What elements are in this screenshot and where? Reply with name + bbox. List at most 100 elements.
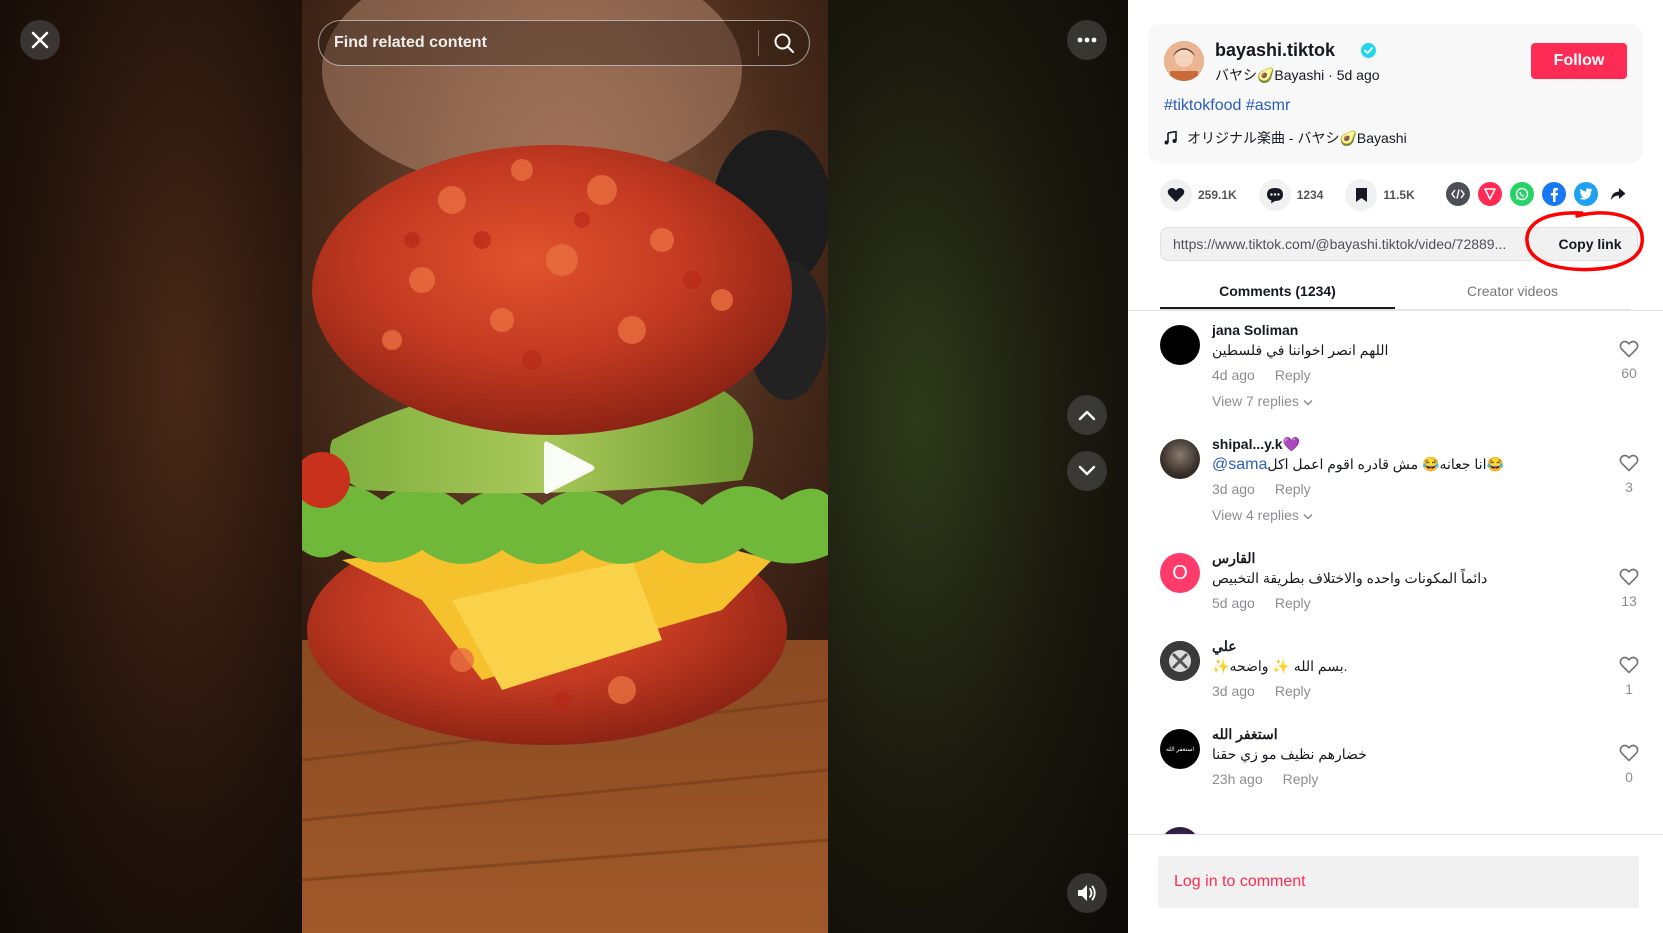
embed-icon: [1451, 189, 1465, 199]
comment-text: ✨بسم الله ✨ واضحه.: [1212, 658, 1348, 674]
comment-item: O القارس دائماً المكونات واحده والاختلاف…: [1160, 550, 1640, 630]
more-icon: [1077, 37, 1097, 43]
action-bar: 259.1K 1234 11.5K: [1160, 178, 1437, 212]
panel-tabs: Comments (1234) Creator videos: [1160, 276, 1630, 310]
play-icon: [544, 441, 595, 494]
music-title: オリジナル楽曲 - バヤシ🥑Bayashi: [1187, 130, 1407, 146]
more-share-button[interactable]: [1606, 182, 1630, 206]
comment-text: اللهم انصر اخواننا في فلسطين: [1212, 342, 1389, 358]
commenter-name[interactable]: استغفر الله: [1212, 726, 1278, 743]
commenter-avatar[interactable]: [1160, 827, 1200, 834]
facebook-button[interactable]: [1542, 182, 1566, 206]
comment-count: 1234: [1296, 188, 1324, 202]
author-nickname: バヤシ🥑Bayashi: [1215, 67, 1325, 83]
video-link-url[interactable]: https://www.tiktok.com/@bayashi.tiktok/v…: [1161, 236, 1543, 252]
send-to-friends-button[interactable]: [1478, 182, 1502, 206]
more-options-button[interactable]: [1067, 20, 1107, 60]
author-avatar[interactable]: [1164, 41, 1204, 81]
author-username[interactable]: bayashi.tiktok: [1215, 40, 1335, 61]
like-count: 259.1K: [1198, 188, 1237, 202]
search-icon: [774, 33, 794, 53]
heart-outline-icon: [1619, 340, 1639, 358]
reply-button[interactable]: Reply: [1283, 771, 1319, 787]
login-to-comment-button[interactable]: Log in to comment: [1158, 856, 1639, 908]
comment-text: دائماً المكونات واحده والاختلاف بطريقة ا…: [1212, 570, 1488, 586]
post-time: 5d ago: [1336, 67, 1380, 83]
bookmark-icon: [1355, 188, 1367, 202]
facebook-icon: [1550, 187, 1558, 202]
reply-button[interactable]: Reply: [1275, 683, 1311, 699]
whatsapp-icon: [1515, 187, 1529, 201]
avatar-image: [1164, 41, 1204, 81]
comment-like-button[interactable]: 0: [1617, 744, 1641, 785]
embed-button[interactable]: [1446, 182, 1470, 206]
comment-like-count: 13: [1621, 593, 1637, 609]
copy-link-button[interactable]: Copy link: [1543, 228, 1637, 260]
reply-button[interactable]: Reply: [1275, 595, 1311, 611]
verified-icon: [1361, 43, 1376, 58]
tab-comments[interactable]: Comments (1234): [1160, 276, 1395, 309]
comment-time: 4d ago: [1212, 367, 1255, 383]
play-button[interactable]: [540, 438, 596, 498]
search-button[interactable]: [759, 21, 809, 65]
heart-outline-icon: [1619, 454, 1639, 472]
chevron-down-icon: [1078, 465, 1096, 476]
like-button[interactable]: 259.1K: [1160, 179, 1237, 211]
comment-like-button[interactable]: 60: [1617, 340, 1641, 381]
reply-button[interactable]: Reply: [1275, 481, 1311, 497]
comment-like-button[interactable]: 13: [1617, 568, 1641, 609]
view-replies-label: View 7 replies: [1212, 393, 1299, 409]
comment-button[interactable]: 1234: [1258, 179, 1324, 211]
hashtag-link[interactable]: #asmr: [1246, 97, 1290, 114]
video-stage: [0, 0, 1128, 933]
commenter-name[interactable]: jana Soliman: [1212, 322, 1298, 338]
volume-button[interactable]: [1067, 873, 1107, 913]
follow-button[interactable]: Follow: [1531, 43, 1627, 79]
commenter-avatar[interactable]: O: [1160, 553, 1200, 593]
comment-item: shipal...y.k💜 @samaانا جعانه😂 مش قادره ا…: [1160, 436, 1640, 536]
previous-video-button[interactable]: [1067, 395, 1107, 435]
comment-meta: 23h ago Reply: [1212, 771, 1318, 787]
commenter-avatar[interactable]: [1160, 641, 1200, 681]
comment-like-button[interactable]: 3: [1617, 454, 1641, 495]
share-row: [1446, 182, 1630, 206]
view-replies-button[interactable]: View 7 replies: [1212, 393, 1313, 409]
link-box: https://www.tiktok.com/@bayashi.tiktok/v…: [1160, 227, 1638, 261]
commenter-avatar[interactable]: [1160, 325, 1200, 365]
comment-meta: 3d ago Reply: [1212, 481, 1311, 497]
whatsapp-button[interactable]: [1510, 182, 1534, 206]
commenter-avatar[interactable]: [1160, 439, 1200, 479]
hashtag-link[interactable]: #tiktokfood: [1164, 97, 1241, 114]
comment-item: jana Soliman اللهم انصر اخواننا في فلسطي…: [1160, 322, 1640, 422]
comment-item: علي ✨بسم الله ✨ واضحه. 3d ago Reply 1: [1160, 638, 1640, 718]
twitter-button[interactable]: [1574, 182, 1598, 206]
save-button[interactable]: 11.5K: [1345, 179, 1415, 211]
send-icon: [1484, 188, 1496, 200]
close-button[interactable]: [20, 20, 60, 60]
view-replies-label: View 4 replies: [1212, 507, 1299, 523]
next-video-button[interactable]: [1067, 451, 1107, 491]
divider: [1128, 310, 1663, 311]
mention-link[interactable]: @sama: [1212, 456, 1267, 473]
tab-creator-videos[interactable]: Creator videos: [1395, 276, 1630, 309]
video-info-card: bayashi.tiktok バヤシ🥑Bayashi · 5d ago Foll…: [1148, 24, 1643, 163]
comment-like-button[interactable]: 1: [1617, 656, 1641, 697]
commenter-name[interactable]: علي: [1212, 638, 1237, 655]
comment-like-count: 60: [1621, 365, 1637, 381]
view-replies-button[interactable]: View 4 replies: [1212, 507, 1313, 523]
commenter-name[interactable]: القارس: [1212, 550, 1255, 567]
reply-button[interactable]: Reply: [1275, 367, 1311, 383]
commenter-avatar[interactable]: استغفر الله: [1160, 729, 1200, 769]
commenter-name[interactable]: shipal...y.k💜: [1212, 436, 1300, 453]
music-info[interactable]: オリジナル楽曲 - バヤシ🥑Bayashi: [1164, 128, 1407, 148]
comment-text: @samaانا جعانه😂 مش قادره اقوم اعمل اكل😂: [1212, 456, 1504, 474]
like-icon-wrap: [1160, 179, 1192, 211]
comment-list: jana Soliman اللهم انصر اخواننا في فلسطي…: [1128, 322, 1663, 834]
comment-text-body: انا جعانه😂 مش قادره اقوم اعمل اكل😂: [1267, 456, 1504, 472]
comment-time: 3d ago: [1212, 481, 1255, 497]
search-bar: [318, 20, 810, 66]
search-input[interactable]: [319, 21, 758, 65]
avatar-initial: O: [1172, 561, 1188, 584]
heart-outline-icon: [1619, 568, 1639, 586]
volume-icon: [1078, 885, 1096, 901]
